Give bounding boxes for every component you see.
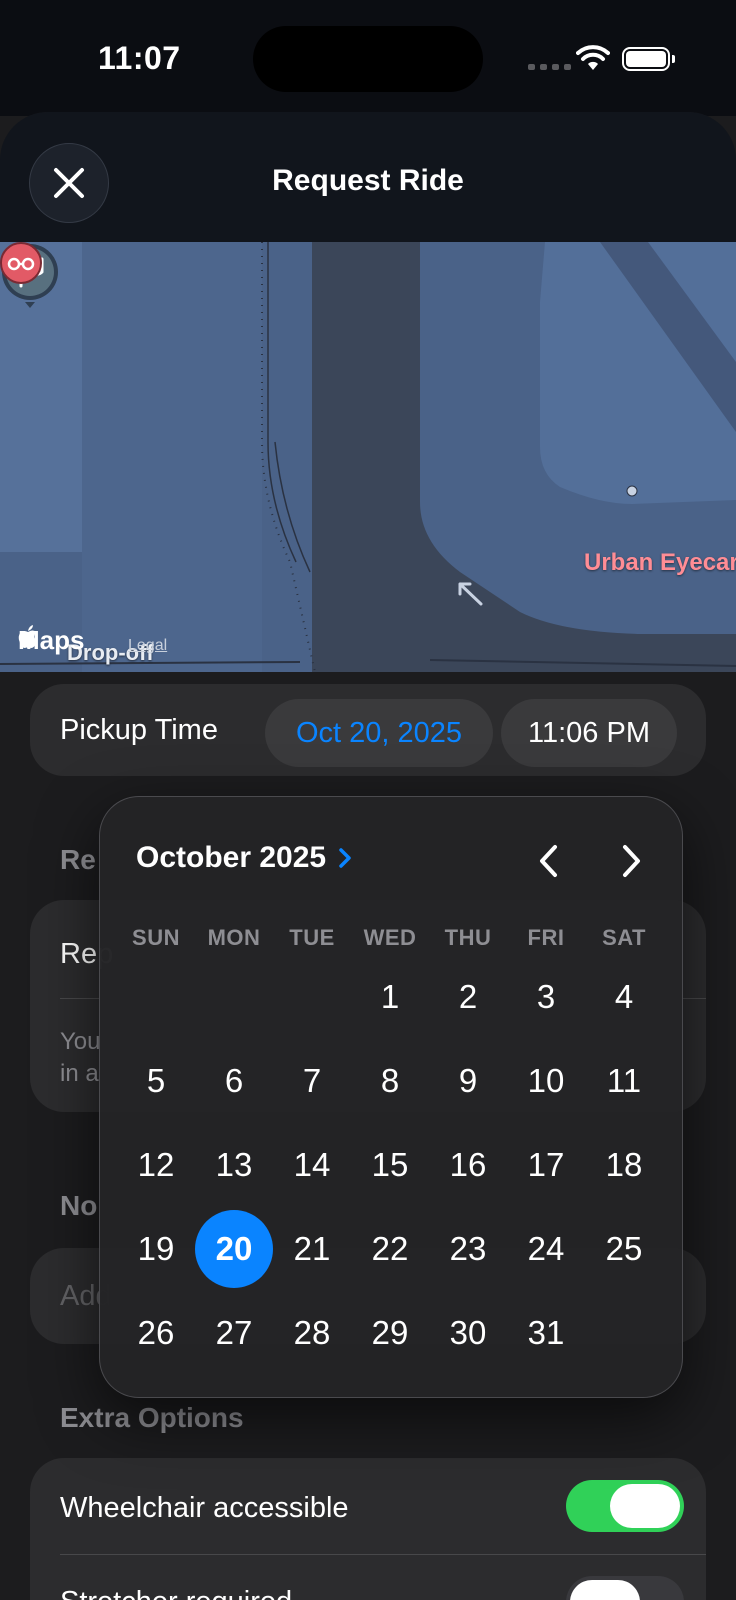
- apple-icon: [18, 625, 37, 648]
- battery-icon: [622, 47, 675, 71]
- glasses-icon[interactable]: [0, 242, 42, 284]
- calendar-day[interactable]: 15: [351, 1123, 429, 1207]
- cellular-signal-icon: [528, 64, 571, 70]
- calendar-day[interactable]: 29: [351, 1291, 429, 1375]
- wifi-icon: [576, 45, 610, 70]
- calendar-day[interactable]: 3: [507, 955, 585, 1039]
- stretcher-toggle[interactable]: [566, 1576, 684, 1600]
- calendar-day[interactable]: 26: [117, 1291, 195, 1375]
- chevron-right-icon: [623, 845, 640, 877]
- calendar-day[interactable]: 8: [351, 1039, 429, 1123]
- dynamic-island: [253, 26, 483, 92]
- calendar-day[interactable]: 13: [195, 1123, 273, 1207]
- legal-link[interactable]: Legal: [128, 637, 167, 655]
- calendar-day[interactable]: 28: [273, 1291, 351, 1375]
- day-grid: 1 2 3 4 5 6 7 8 9 10 11 12 13 14 15 16 17 18 19 20 21 22 23 24 2…: [117, 955, 663, 1375]
- weekday-label: TUE: [289, 925, 335, 950]
- pickup-time-label: Pickup Time: [60, 714, 218, 746]
- calendar-day[interactable]: 9: [429, 1039, 507, 1123]
- sheet-header: Request Ride: [0, 112, 736, 242]
- previous-month-button[interactable]: [519, 831, 579, 891]
- weekday-label: SAT: [602, 925, 646, 950]
- calendar-day[interactable]: 25: [585, 1207, 663, 1291]
- weekday-label: SUN: [132, 925, 180, 950]
- weekday-label: FRI: [527, 925, 565, 950]
- calendar-day[interactable]: 18: [585, 1123, 663, 1207]
- next-month-button[interactable]: [601, 831, 661, 891]
- pickup-time-button[interactable]: 11:06 PM: [501, 699, 677, 767]
- map-view[interactable]: Drop-off Urban Eyecar Maps Legal: [0, 242, 736, 672]
- calendar-day[interactable]: 4: [585, 955, 663, 1039]
- calendar-day[interactable]: 10: [507, 1039, 585, 1123]
- empty-day-cell: [195, 955, 273, 1039]
- chevron-right-icon: [339, 848, 351, 868]
- map-streets: [0, 242, 736, 672]
- extra-options-card: Wheelchair accessible Stretcher required: [30, 1458, 706, 1600]
- selected-day[interactable]: 20: [195, 1207, 273, 1291]
- calendar-day[interactable]: 7: [273, 1039, 351, 1123]
- calendar-day[interactable]: 12: [117, 1123, 195, 1207]
- wheelchair-label: Wheelchair accessible: [60, 1492, 349, 1524]
- empty-day-cell: [117, 955, 195, 1039]
- calendar-day[interactable]: 11: [585, 1039, 663, 1123]
- calendar-day[interactable]: 6: [195, 1039, 273, 1123]
- calendar-day[interactable]: 27: [195, 1291, 273, 1375]
- pickup-date-button[interactable]: Oct 20, 2025: [265, 699, 493, 767]
- repeat-section-label: Re: [60, 844, 96, 875]
- chevron-left-icon: [540, 845, 557, 877]
- pickup-time-row: Pickup Time Oct 20, 2025 11:06 PM: [30, 684, 706, 776]
- extra-options-label: Extra Options: [60, 1402, 244, 1433]
- maps-logo: Maps: [18, 625, 84, 656]
- empty-day-cell: [273, 955, 351, 1039]
- stretcher-label: Stretcher required: [60, 1586, 292, 1600]
- calendar-day[interactable]: 21: [273, 1207, 351, 1291]
- status-bar: 11:07: [0, 0, 736, 116]
- calendar-day[interactable]: 24: [507, 1207, 585, 1291]
- calendar-day[interactable]: 17: [507, 1123, 585, 1207]
- calendar-day[interactable]: 31: [507, 1291, 585, 1375]
- calendar-day[interactable]: 22: [351, 1207, 429, 1291]
- month-year-button[interactable]: October 2025: [136, 841, 352, 875]
- sheet-title: Request Ride: [272, 164, 464, 197]
- calendar-day[interactable]: 14: [273, 1123, 351, 1207]
- weekday-label: WED: [363, 925, 417, 950]
- calendar-day[interactable]: 19: [117, 1207, 195, 1291]
- poi-label[interactable]: Urban Eyecar: [584, 549, 736, 577]
- calendar-day[interactable]: 2: [429, 955, 507, 1039]
- month-year-label: October 2025: [136, 841, 327, 874]
- weekday-header: SUN MON TUE WED THU FRI SAT: [117, 925, 663, 951]
- calendar-day[interactable]: 23: [429, 1207, 507, 1291]
- weekday-label: MON: [207, 925, 261, 950]
- wheelchair-toggle[interactable]: [566, 1480, 684, 1532]
- calendar-day[interactable]: 30: [429, 1291, 507, 1375]
- status-time: 11:07: [98, 40, 181, 76]
- weekday-label: THU: [444, 925, 492, 950]
- date-picker-popover: October 2025 SUN MON TUE WED THU FRI SAT 12345…: [99, 796, 683, 1398]
- calendar-day[interactable]: 1: [351, 955, 429, 1039]
- notes-section-label: No: [60, 1190, 98, 1221]
- divider: [60, 1554, 706, 1555]
- calendar-day[interactable]: 5: [117, 1039, 195, 1123]
- calendar-day[interactable]: 16: [429, 1123, 507, 1207]
